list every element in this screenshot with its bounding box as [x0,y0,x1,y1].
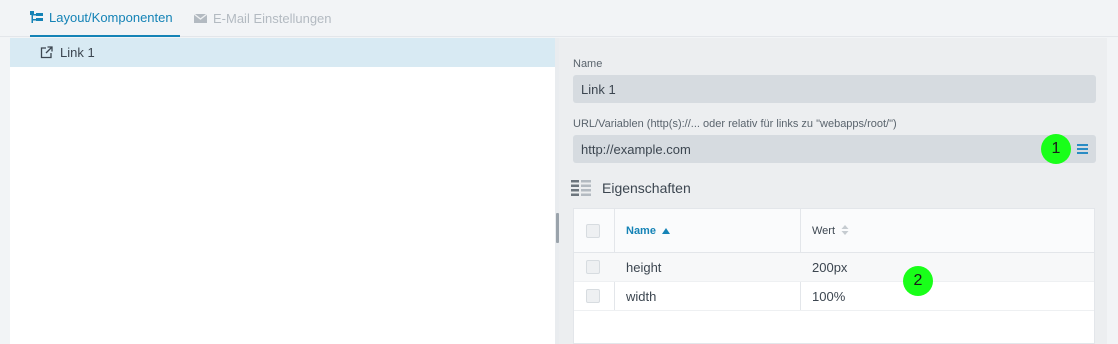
cell-value: 200px [812,260,848,275]
hamburger-menu-icon[interactable] [1077,141,1093,157]
properties-section-header: Eigenschaften [571,176,691,200]
external-link-icon [40,46,53,59]
column-header-label: Wert [812,225,836,237]
tab-label: E-Mail Einstellungen [213,11,332,26]
table-row[interactable]: width 100% [574,282,1094,311]
cell-name: height [626,260,662,275]
envelope-icon [194,12,207,25]
select-all-checkbox[interactable] [586,224,600,238]
name-field[interactable]: Link 1 [573,75,1096,103]
cell-value: 100% [812,289,846,304]
tab-email-einstellungen[interactable]: E-Mail Einstellungen [194,0,344,37]
name-label: Name [573,58,603,70]
properties-table: Name Wert height 200px width 100% [573,208,1095,344]
table-row[interactable]: height 200px [574,253,1094,282]
tab-bar: Layout/Komponenten E-Mail Einstellungen [0,0,1118,37]
tree-item-label: Link 1 [60,45,95,60]
sort-neutral-icon [841,224,849,238]
table-header: Name Wert [574,209,1094,253]
annotation-badge-1: 1 [1041,134,1071,164]
column-header-wert[interactable]: Wert [812,209,849,253]
property-list-icon [571,179,592,197]
section-title: Eigenschaften [602,180,691,196]
row-checkbox[interactable] [586,260,600,274]
component-tree: Link 1 [10,38,555,344]
annotation-badge-2: 2 [903,266,933,296]
tab-label: Layout/Komponenten [49,10,173,25]
sort-ascending-icon [661,225,670,237]
cell-name: width [626,289,657,304]
url-label: URL/Variablen (http(s)://... oder relati… [573,118,897,130]
column-header-label: Name [626,225,656,237]
tree-layout-icon [30,11,43,24]
row-checkbox[interactable] [586,289,600,303]
tree-item-link-1[interactable]: Link 1 [10,38,555,67]
tab-layout-komponenten[interactable]: Layout/Komponenten [30,0,180,37]
url-field[interactable]: http://example.com [573,135,1096,163]
column-header-name[interactable]: Name [626,209,670,253]
